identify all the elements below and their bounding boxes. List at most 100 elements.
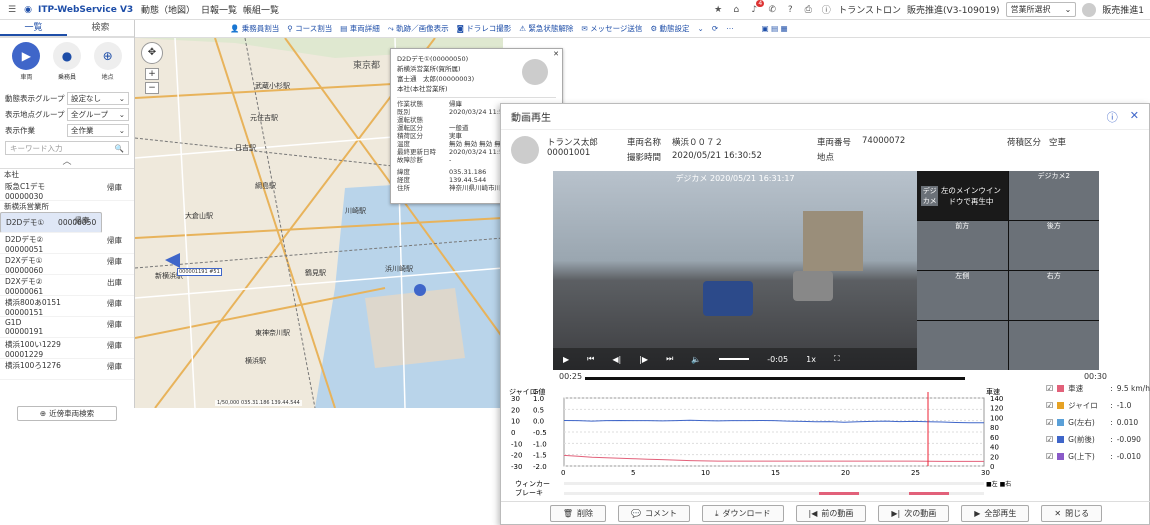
nearby-search-button[interactable]: ⊕ 近傍車両検索 xyxy=(17,406,117,421)
video-timeline[interactable]: 00:25 00:30 xyxy=(553,372,1107,384)
winker-legend: ■左 ■右 xyxy=(986,480,1011,488)
tab-search[interactable]: 検索 xyxy=(67,20,134,36)
g-tick: 0.5 xyxy=(533,406,544,414)
building-shape xyxy=(803,211,863,271)
popup-driver[interactable]: 富士通 太郎(00000003) xyxy=(397,73,514,83)
user-name[interactable]: 販売推進1 xyxy=(1102,3,1144,16)
vehicle-list-item[interactable]: 横浜100い1229 00001229 帰庫 xyxy=(0,338,134,359)
frame-back-icon[interactable]: ◀| xyxy=(612,355,621,364)
keyword-input[interactable]: キーワード入力 🔍 xyxy=(5,141,129,155)
tab-list[interactable]: 一覧 xyxy=(0,20,67,36)
info-icon[interactable]: ⓘ xyxy=(820,4,832,16)
app-logo[interactable]: ☰ ◉ ITP-WebService V3 xyxy=(6,4,141,16)
help-icon[interactable]: ⓘ xyxy=(1107,109,1118,125)
skip-back-icon[interactable]: ⏮ xyxy=(587,354,594,364)
dialog-title: 動画再生 xyxy=(511,113,551,124)
vehicle-name: D2Dデモ① xyxy=(6,218,45,227)
fullscreen-icon[interactable]: ⛶ xyxy=(834,354,840,364)
location-group-select[interactable]: 全グループ ⌄ xyxy=(67,107,129,121)
download-button[interactable]: ⤓ ダウンロード xyxy=(702,505,784,522)
mode-vehicle[interactable]: ▶ 車両 xyxy=(12,42,41,86)
more-icon[interactable]: ⋯ xyxy=(726,24,734,33)
thumb-main[interactable]: デジカメ 左のメインウインドウで再生中 xyxy=(917,171,1008,220)
menu-icon[interactable]: ☰ xyxy=(6,4,18,16)
video-player[interactable]: デジカメ 2020/05/21 16:31:17 ▶ ⏮ ◀| |▶ ⏭ 🔈 -… xyxy=(553,171,1099,370)
close-icon[interactable]: ✕ xyxy=(1130,109,1139,125)
vehicle-list-item[interactable]: D2Dデモ① 00000050 帰庫 xyxy=(0,212,103,233)
delete-button[interactable]: 🗑 削除 xyxy=(549,505,607,522)
legend-item[interactable]: ☑ ジャイロ: -1.0 xyxy=(1046,397,1150,414)
menu-daily[interactable]: 日報一覧 xyxy=(201,3,237,16)
thumb-right[interactable]: 右方 xyxy=(1008,271,1099,320)
layout-icon[interactable]: ▣ ▤ ▦ xyxy=(762,24,788,33)
tool-track-image[interactable]: ⤳ 軌跡／画像表示 xyxy=(388,23,449,34)
tool-driver-assign[interactable]: 👤 乗務員割当 xyxy=(230,23,279,34)
vehicle-marker-label[interactable]: 000001191 #51 xyxy=(177,268,222,276)
phone-icon[interactable]: ✆ xyxy=(766,4,778,16)
legend-item[interactable]: ☑ G(上下): -0.010 xyxy=(1046,448,1150,465)
tool-course-assign[interactable]: ⚲ コース割当 xyxy=(287,23,332,34)
home-icon[interactable]: ⌂ xyxy=(730,4,742,16)
group-header[interactable]: 新横浜営業所 xyxy=(0,201,134,212)
tool-message-send[interactable]: ✉ メッセージ送信 xyxy=(581,23,642,34)
legend-item[interactable]: ☑ G(前後): -0.090 xyxy=(1046,431,1150,448)
thumb-cam2[interactable]: デジカメ2 xyxy=(1008,171,1099,220)
tool-vehicle-detail[interactable]: ▤ 車両詳細 xyxy=(340,23,379,34)
popup-close-icon[interactable]: ✕ xyxy=(553,50,559,58)
main-video[interactable]: デジカメ 2020/05/21 16:31:17 ▶ ⏮ ◀| |▶ ⏭ 🔈 -… xyxy=(553,171,917,370)
brake-segment xyxy=(909,492,949,495)
speed-button[interactable]: 1x xyxy=(806,355,816,364)
volume-icon[interactable]: 🔈 xyxy=(691,355,701,364)
office-select[interactable]: 営業所選択 ⌄ xyxy=(1005,2,1077,17)
mode-location[interactable]: ⊕ 地点 xyxy=(93,42,122,86)
star-icon[interactable]: ★ xyxy=(712,4,724,16)
play-icon[interactable]: ▶ xyxy=(563,355,569,364)
zoom-in-button[interactable]: + xyxy=(145,68,159,80)
prev-video-button[interactable]: |◀ 前の動画 xyxy=(795,505,867,522)
vehicle-list-item[interactable]: D2Dデモ② 00000051 帰庫 xyxy=(0,233,134,254)
zoom-out-button[interactable]: − xyxy=(145,82,159,94)
driver-id: 00001001 xyxy=(547,148,591,158)
vehicle-id: 00000030 xyxy=(5,192,44,201)
thumb-left[interactable]: 左側 xyxy=(917,271,1008,320)
volume-slider[interactable] xyxy=(719,358,750,360)
vehicle-list-item[interactable]: G1D 00000191 帰庫 xyxy=(0,317,134,338)
avatar[interactable] xyxy=(1082,2,1097,17)
help-icon[interactable]: ? xyxy=(784,4,796,16)
collapse-icon[interactable]: ︿ xyxy=(0,158,134,168)
thumb-front[interactable]: 前方 xyxy=(917,221,1008,270)
bell-icon[interactable]: ♪ 4 xyxy=(748,0,765,16)
mode-driver[interactable]: ● 乗務員 xyxy=(52,42,81,86)
tool-emergency-clear[interactable]: ⚠ 緊急状態解除 xyxy=(519,23,573,34)
skip-forward-icon[interactable]: ⏭ xyxy=(666,354,673,364)
thumb-rear[interactable]: 後方 xyxy=(1008,221,1099,270)
thumb-empty-2 xyxy=(1008,321,1099,370)
zoom-control[interactable]: ✥ xyxy=(141,42,163,64)
next-video-button[interactable]: ▶| 次の動画 xyxy=(878,505,950,522)
close-button[interactable]: ✕ 閉じる xyxy=(1041,505,1103,522)
group-header[interactable]: 本社 xyxy=(0,169,134,180)
tool-dashcam-capture[interactable]: ◙ ドラレコ撮影 xyxy=(457,23,512,34)
vehicle-list-item[interactable]: 横浜800あ0151 00000151 帰庫 xyxy=(0,296,134,317)
dynamics-group-select[interactable]: 設定なし ⌄ xyxy=(67,91,129,105)
timeline-start: 00:25 xyxy=(559,372,583,381)
legend-item[interactable]: ☑ 車速:9.5 km/h xyxy=(1046,380,1150,397)
print-icon[interactable]: ⎙ xyxy=(802,4,814,16)
search-icon[interactable]: 🔍 xyxy=(115,144,124,153)
vehicle-list-item[interactable]: 横浜100ろ1276 帰庫 xyxy=(0,359,134,380)
vehicle-list-item[interactable]: 阪急C1デモ 00000030 帰庫 xyxy=(0,180,134,201)
menu-list[interactable]: 帳組一覧 xyxy=(243,3,279,16)
frame-forward-icon[interactable]: |▶ xyxy=(639,355,648,364)
work-select[interactable]: 全作業 ⌄ xyxy=(67,123,129,137)
legend-item[interactable]: ☑ G(左右):0.010 xyxy=(1046,414,1150,431)
vehicle-list-item[interactable]: D2Xデモ② 00000061 出庫 xyxy=(0,275,134,296)
tool-dynamics-settings[interactable]: ⚙ 動態設定 xyxy=(650,23,689,34)
x-tick: 15 xyxy=(771,469,780,477)
vehicle-list-item[interactable]: D2Xデモ① 00000060 帰庫 xyxy=(0,254,134,275)
play-all-button[interactable]: ▶ 全部再生 xyxy=(961,505,1030,522)
refresh-icon[interactable]: ⟳ xyxy=(712,24,718,33)
menu-map[interactable]: 動態（地図） xyxy=(141,3,195,16)
video-controls: ▶ ⏮ ◀| |▶ ⏭ 🔈 -0:05 1x ⛶ xyxy=(553,348,917,370)
chevron-down-icon[interactable]: ⌄ xyxy=(698,24,704,33)
comment-button[interactable]: 💬 コメント xyxy=(618,505,690,522)
